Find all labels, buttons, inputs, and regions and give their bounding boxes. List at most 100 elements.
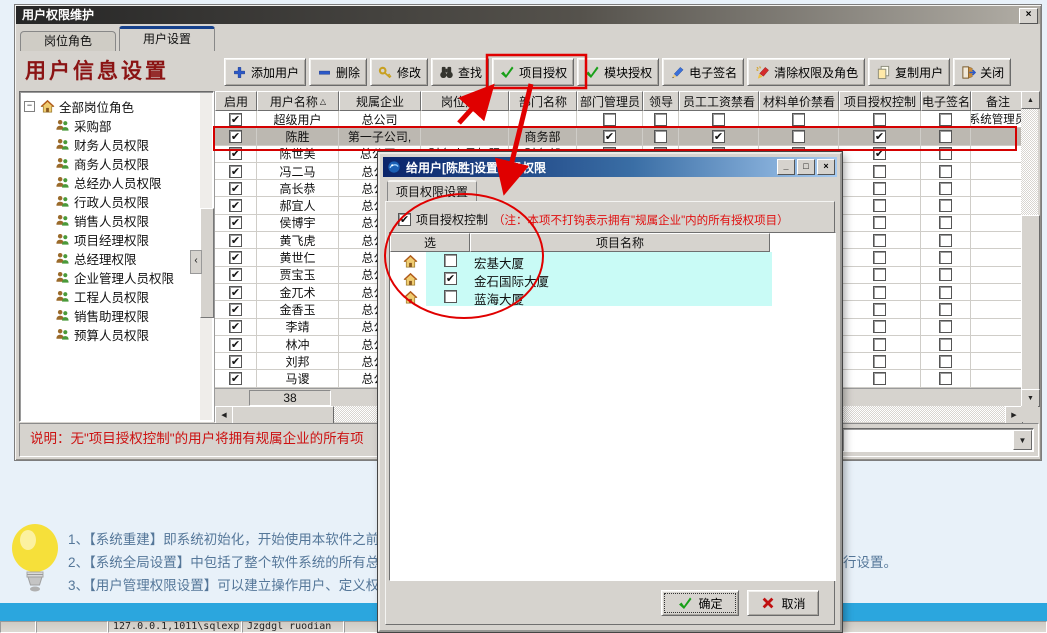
- enabled-cell[interactable]: ✔: [215, 301, 257, 318]
- user-name-cell[interactable]: 陈世美: [257, 146, 339, 163]
- chevron-down-icon[interactable]: ▼: [1013, 430, 1032, 450]
- enabled-cell[interactable]: ✔: [215, 353, 257, 370]
- project-auth-checkbox[interactable]: [873, 286, 886, 299]
- enabled-checkbox[interactable]: ✔: [229, 320, 242, 333]
- column-header-9[interactable]: 项目授权控制: [839, 91, 921, 111]
- column-header-3[interactable]: 岗位角色: [421, 91, 509, 111]
- toolbar-button-8[interactable]: 复制用户: [868, 58, 950, 86]
- vscroll-thumb[interactable]: [1021, 215, 1040, 390]
- toolbar-button-0[interactable]: 添加用户: [224, 58, 306, 86]
- material-hidden-checkbox-cell[interactable]: [759, 111, 839, 128]
- esign-checkbox[interactable]: [939, 113, 952, 126]
- remark-cell[interactable]: [971, 319, 1025, 336]
- project-auth-checkbox-cell[interactable]: [839, 180, 921, 197]
- project-auth-checkbox-cell[interactable]: [839, 232, 921, 249]
- project-auth-checkbox-cell[interactable]: [839, 284, 921, 301]
- user-name-cell[interactable]: 郝宜人: [257, 197, 339, 214]
- remark-cell[interactable]: [971, 197, 1025, 214]
- project-auth-checkbox-cell[interactable]: [839, 370, 921, 387]
- project-auth-checkbox[interactable]: [873, 338, 886, 351]
- project-auth-checkbox[interactable]: [873, 113, 886, 126]
- dept-admin-checkbox[interactable]: [603, 113, 616, 126]
- esign-checkbox[interactable]: [939, 320, 952, 333]
- project-auth-checkbox-cell[interactable]: [839, 336, 921, 353]
- sidebar-item-role-3[interactable]: 总经办人员权限: [24, 173, 199, 192]
- project-auth-checkbox-cell[interactable]: ✔: [839, 128, 921, 145]
- esign-checkbox-cell[interactable]: [921, 215, 971, 232]
- enabled-checkbox[interactable]: ✔: [229, 165, 242, 178]
- toolbar-button-4[interactable]: 项目授权: [492, 58, 574, 86]
- enabled-checkbox[interactable]: ✔: [229, 251, 242, 264]
- project-auth-checkbox[interactable]: [873, 216, 886, 229]
- esign-checkbox[interactable]: [939, 268, 952, 281]
- tab-project-permission[interactable]: 项目权限设置: [387, 180, 477, 203]
- esign-checkbox[interactable]: [939, 199, 952, 212]
- project-auth-checkbox[interactable]: [873, 165, 886, 178]
- sidebar-item-role-6[interactable]: 项目经理权限: [24, 230, 199, 249]
- esign-checkbox-cell[interactable]: [921, 249, 971, 266]
- column-header-7[interactable]: 员工工资禁看: [679, 91, 759, 111]
- toolbar-button-6[interactable]: 电子签名: [662, 58, 744, 86]
- salary-hidden-checkbox[interactable]: ✔: [712, 130, 725, 143]
- column-header-11[interactable]: 备注: [971, 91, 1025, 111]
- enabled-checkbox[interactable]: ✔: [229, 234, 242, 247]
- project-auth-checkbox[interactable]: [873, 251, 886, 264]
- company-cell[interactable]: 总公司: [339, 111, 421, 128]
- enabled-cell[interactable]: ✔: [215, 336, 257, 353]
- esign-checkbox-cell[interactable]: [921, 284, 971, 301]
- user-name-cell[interactable]: 黄飞虎: [257, 232, 339, 249]
- project-select-checkbox[interactable]: [444, 290, 457, 303]
- user-name-cell[interactable]: 金兀术: [257, 284, 339, 301]
- enabled-cell[interactable]: ✔: [215, 215, 257, 232]
- minimize-icon[interactable]: _: [777, 159, 795, 175]
- esign-checkbox-cell[interactable]: [921, 353, 971, 370]
- esign-checkbox-cell[interactable]: [921, 163, 971, 180]
- salary-hidden-checkbox-cell[interactable]: [679, 111, 759, 128]
- user-name-cell[interactable]: 超级用户: [257, 111, 339, 128]
- filter-combobox[interactable]: ▼: [842, 428, 1034, 452]
- esign-checkbox[interactable]: [939, 251, 952, 264]
- splitter-collapse-button[interactable]: ‹: [190, 250, 202, 274]
- scroll-up-icon[interactable]: ▲: [1021, 91, 1040, 109]
- enabled-cell[interactable]: ✔: [215, 197, 257, 214]
- enabled-checkbox[interactable]: ✔: [229, 130, 242, 143]
- column-header-2[interactable]: 规属企业: [339, 91, 421, 111]
- project-auth-checkbox-cell[interactable]: [839, 249, 921, 266]
- salary-hidden-checkbox-cell[interactable]: ✔: [679, 128, 759, 145]
- remark-cell[interactable]: [971, 128, 1025, 145]
- sidebar-item-role-0[interactable]: 采购部: [24, 116, 199, 135]
- sidebar-item-role-10[interactable]: 销售助理权限: [24, 306, 199, 325]
- scroll-left-icon[interactable]: ◀: [215, 406, 233, 424]
- project-auth-checkbox-cell[interactable]: [839, 197, 921, 214]
- remark-cell[interactable]: [971, 146, 1025, 163]
- enabled-checkbox[interactable]: ✔: [229, 372, 242, 385]
- remark-cell[interactable]: [971, 353, 1025, 370]
- tree-root[interactable]: − 全部岗位角色: [24, 97, 199, 116]
- project-auth-checkbox[interactable]: ✔: [398, 213, 411, 226]
- esign-checkbox[interactable]: [939, 147, 952, 160]
- esign-checkbox-cell[interactable]: [921, 180, 971, 197]
- esign-checkbox-cell[interactable]: [921, 232, 971, 249]
- esign-checkbox[interactable]: [939, 182, 952, 195]
- user-name-cell[interactable]: 陈胜: [257, 128, 339, 145]
- close-icon[interactable]: ×: [1019, 8, 1038, 24]
- enabled-cell[interactable]: ✔: [215, 319, 257, 336]
- collapse-expander-icon[interactable]: −: [24, 101, 35, 112]
- user-name-cell[interactable]: 李靖: [257, 319, 339, 336]
- project-select-checkbox[interactable]: [444, 254, 457, 267]
- project-auth-checkbox[interactable]: [873, 268, 886, 281]
- esign-checkbox-cell[interactable]: [921, 370, 971, 387]
- column-header-4[interactable]: 部门名称: [509, 91, 577, 111]
- role-cell[interactable]: [421, 111, 509, 128]
- leader-checkbox-cell[interactable]: [643, 111, 679, 128]
- enabled-cell[interactable]: ✔: [215, 370, 257, 387]
- esign-checkbox[interactable]: [939, 303, 952, 316]
- enabled-cell[interactable]: ✔: [215, 111, 257, 128]
- dept-admin-checkbox[interactable]: ✔: [603, 130, 616, 143]
- salary-hidden-checkbox[interactable]: [712, 113, 725, 126]
- enabled-checkbox[interactable]: ✔: [229, 216, 242, 229]
- enabled-cell[interactable]: ✔: [215, 128, 257, 145]
- user-name-cell[interactable]: 黄世仁: [257, 249, 339, 266]
- column-header-6[interactable]: 领导: [643, 91, 679, 111]
- esign-checkbox-cell[interactable]: [921, 146, 971, 163]
